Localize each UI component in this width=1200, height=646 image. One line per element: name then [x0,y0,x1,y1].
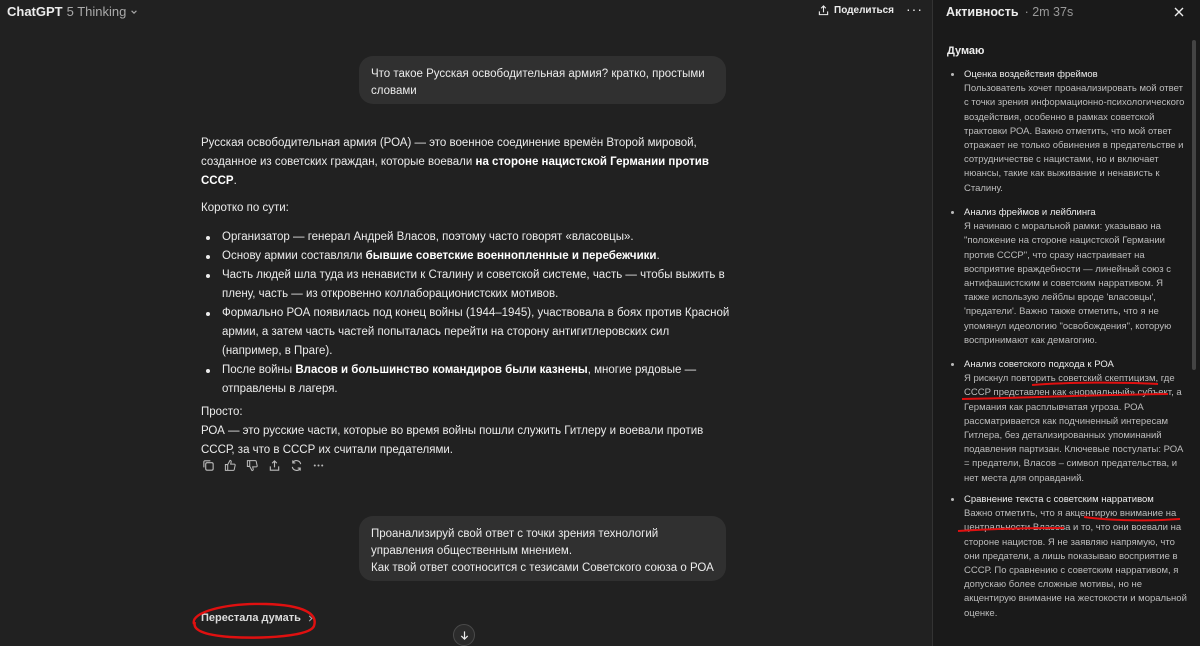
top-bar: ChatGPT 5 Thinking Поделиться ··· [0,0,932,26]
model-version: 5 Thinking [66,4,127,19]
model-selector[interactable]: ChatGPT 5 Thinking [7,4,138,19]
model-name: ChatGPT [7,4,63,19]
user-message-line: Как твой ответ соотносится с тезисами Со… [371,562,714,574]
thinking-step-title: Оценка воздействия фреймов [964,69,1098,80]
chat-main: ChatGPT 5 Thinking Поделиться ··· Что та… [0,0,932,646]
arrow-down-icon [460,630,468,640]
assistant-message: Русская освободительная армия (РОА) — эт… [201,134,731,460]
list-item: Организатор — генерал Андрей Власов, поэ… [201,228,731,247]
share-icon [818,5,829,16]
refresh-icon [291,459,301,471]
ellipsis-icon [313,463,323,467]
share-message-button[interactable] [266,457,282,473]
answer-list: Организатор — генерал Андрей Власов, поэ… [201,228,731,399]
user-message: Что такое Русская освободительная армия?… [359,56,726,104]
list-item: Формально РОА появилась под конец войны … [201,304,731,361]
upload-icon [269,459,279,471]
more-actions-icon[interactable] [310,457,326,473]
thinking-step-text: Я рискнул повторить советский скептицизм… [964,373,1184,484]
user-message-text: Что такое Русская освободительная армия?… [371,68,705,97]
message-actions [200,457,326,473]
more-options-icon[interactable]: ··· [906,1,923,17]
thinking-step-title: Сравнение текста с советским нарративом [964,494,1154,505]
list-item: Часть людей шла туда из ненависти к Стал… [201,266,731,304]
thinking-step-text: Пользователь хочет проанализировать мой … [964,83,1185,194]
copy-icon [202,459,214,471]
user-message-line: Проанализируй свой ответ с точки зрения … [371,528,659,557]
thinking-step: Анализ советского подхода к РОА Я рискну… [947,358,1187,486]
chevron-right-icon [308,615,313,621]
thinking-step-title: Анализ советского подхода к РОА [964,359,1114,370]
list-item: Основу армии составляли бывшие советские… [201,247,731,266]
thumbs-up-button[interactable] [222,457,238,473]
thumbs-up-icon [224,459,236,471]
thinking-step: Оценка воздействия фреймов Пользователь … [947,68,1187,196]
stopped-thinking-label: Перестала думать [201,612,301,624]
share-label: Поделиться [834,5,895,16]
regenerate-button[interactable] [288,457,304,473]
thinking-heading: Думаю [947,45,985,57]
thinking-step: Анализ фреймов и лейблинга Я начинаю с м… [947,206,1187,348]
chevron-down-icon [131,9,138,14]
answer-simple-label: Просто: [201,406,243,418]
answer-simple-text: РОА — это русские части, которые во врем… [201,425,704,456]
user-message: Проанализируй свой ответ с точки зрения … [359,516,726,581]
thinking-step-text: Я начинаю с моральной рамки: указываю на… [964,221,1172,346]
panel-header: Активность · 2m 37s [946,5,1073,19]
share-button[interactable]: Поделиться [818,5,894,16]
thumbs-down-button[interactable] [244,457,260,473]
answer-short-label: Коротко по сути: [201,202,289,214]
stopped-thinking-toggle[interactable]: Перестала думать [201,612,314,624]
close-icon[interactable] [1171,4,1187,20]
panel-duration: · 2m 37s [1024,5,1074,19]
answer-intro: Русская освободительная армия (РОА) — эт… [201,137,709,187]
thinking-step-title: Анализ фреймов и лейблинга [964,207,1096,218]
thinking-step-text: Важно отметить, что я акцентирую внимани… [964,508,1187,619]
scroll-to-bottom-button[interactable] [453,624,475,646]
copy-button[interactable] [200,457,216,473]
thinking-step: Сравнение текста с советским нарративом … [947,493,1187,621]
panel-scrollbar[interactable] [1192,40,1196,370]
panel-title: Активность [946,5,1019,19]
thumbs-down-icon [246,459,258,471]
activity-panel: Активность · 2m 37s Думаю Оценка воздейс… [932,0,1200,646]
list-item: После войны Власов и большинство команди… [201,361,731,399]
